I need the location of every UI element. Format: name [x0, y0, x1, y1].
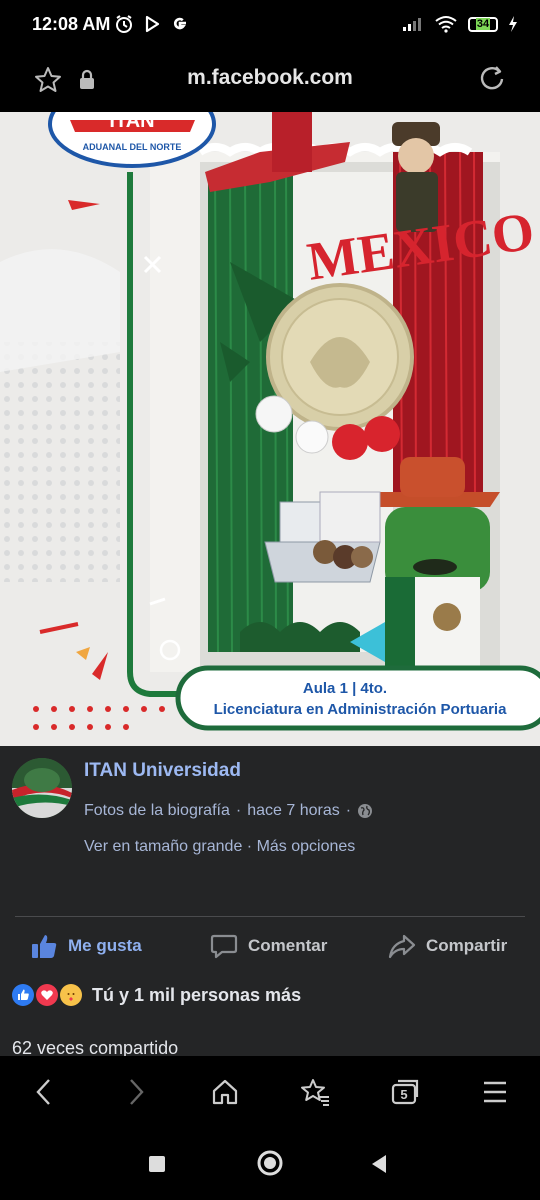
home-circle-icon[interactable] — [255, 1148, 285, 1178]
play-store-icon — [145, 15, 160, 33]
menu-icon — [484, 1081, 506, 1103]
post-photo[interactable]: MEXICO ITAN ADUANAL DEL NORTE Aula 1 | 4… — [0, 112, 540, 746]
status-time: 12:08 AM — [32, 14, 111, 34]
share-label: Compartir — [426, 936, 508, 955]
back-button[interactable] — [24, 1074, 64, 1110]
post-time[interactable]: hace 7 horas — [247, 802, 340, 820]
status-bar: 12:08 AM 34 — [0, 0, 540, 52]
alarm-icon — [116, 15, 132, 33]
google-icon — [173, 17, 186, 30]
recents-icon[interactable] — [148, 1155, 166, 1173]
charging-icon — [509, 16, 517, 32]
meta-separator-2: · — [345, 802, 352, 819]
signal-icon — [403, 18, 421, 31]
care-reaction-icon — [60, 984, 82, 1006]
action-bar: Me gusta Comentar Compartir — [0, 918, 540, 970]
thumbs-up-icon — [32, 935, 57, 958]
status-right-icons: 34 — [402, 15, 518, 33]
comment-label: Comentar — [248, 936, 328, 955]
browser-bottom-nav: 5 — [0, 1056, 540, 1128]
system-nav-bar — [0, 1128, 540, 1200]
status-left-icons — [114, 14, 190, 34]
avatar-image — [12, 758, 72, 818]
forward-button[interactable] — [116, 1074, 156, 1110]
chevron-right-icon — [130, 1079, 144, 1105]
links-separator: · — [242, 838, 257, 855]
browser-url-bar: m.facebook.com — [0, 52, 540, 110]
tab-count: 5 — [400, 1087, 407, 1102]
globe-icon — [358, 804, 373, 818]
share-icon — [388, 934, 416, 959]
tabs-icon: 5 — [391, 1079, 419, 1105]
author-avatar[interactable] — [12, 758, 72, 818]
comment-button[interactable]: Comentar — [210, 932, 327, 960]
back-triangle-icon[interactable] — [370, 1154, 388, 1174]
author-name[interactable]: ITAN Universidad — [84, 760, 241, 782]
logo-subtext: ADUANAL DEL NORTE — [83, 142, 182, 152]
reactions-summary[interactable]: Tú y 1 mil personas más — [12, 984, 301, 1006]
bookmarks-button[interactable] — [295, 1074, 335, 1110]
reactions-text: Tú y 1 mil personas más — [92, 984, 302, 1005]
menu-button[interactable] — [475, 1074, 515, 1110]
logo-text: ITAN — [109, 112, 154, 132]
share-button[interactable]: Compartir — [388, 932, 507, 960]
like-label: Me gusta — [68, 936, 142, 955]
like-reaction-icon — [12, 984, 34, 1006]
tabs-button[interactable]: 5 — [385, 1074, 425, 1110]
like-button[interactable]: Me gusta — [30, 932, 142, 960]
battery-level: 34 — [475, 18, 491, 30]
love-reaction-icon — [36, 984, 58, 1006]
comment-icon — [210, 934, 238, 959]
meta-separator: · — [235, 802, 242, 819]
divider — [15, 916, 525, 917]
more-options-link[interactable]: Más opciones — [257, 838, 356, 855]
photo-illustration: MEXICO ITAN ADUANAL DEL NORTE Aula 1 | 4… — [0, 112, 540, 746]
bookmark-star-icon — [301, 1079, 329, 1106]
url-text[interactable]: m.facebook.com — [0, 66, 540, 90]
post-details: ITAN Universidad Fotos de la biografía ·… — [0, 746, 540, 1058]
wifi-icon — [435, 16, 457, 33]
battery-indicator: 34 — [468, 16, 498, 32]
chevron-left-icon — [36, 1079, 50, 1105]
home-button[interactable] — [205, 1074, 245, 1110]
banner-line1: Aula 1 | 4to. — [303, 680, 387, 697]
post-meta: Fotos de la biografía · hace 7 horas · — [84, 802, 373, 820]
home-icon — [212, 1079, 238, 1105]
banner-line2: Licenciatura en Administración Portuaria — [214, 701, 508, 718]
photo-links: Ver en tamaño grande · Más opciones — [84, 838, 355, 856]
album-link[interactable]: Fotos de la biografía — [84, 802, 230, 820]
reload-icon[interactable] — [477, 64, 507, 94]
view-large-link[interactable]: Ver en tamaño grande — [84, 838, 242, 855]
